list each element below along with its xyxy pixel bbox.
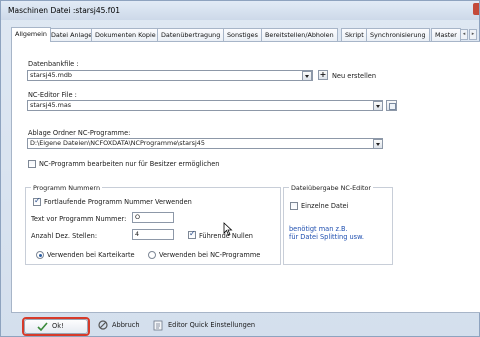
- tab-dokumenten-kopie[interactable]: Dokumenten Kopie: [91, 28, 160, 42]
- dialog-window: Maschinen Datei :starsj45.f01 Allgemein …: [0, 0, 480, 337]
- program-numbers-title: Programm Nummern: [31, 184, 102, 192]
- tab-synchronisierung[interactable]: Synchronisierung: [366, 28, 430, 42]
- cancel-icon: [98, 320, 108, 330]
- decimals-label: Anzahl Dez. Stellen:: [31, 232, 98, 240]
- tab-skript[interactable]: Skript: [341, 28, 368, 42]
- abort-button[interactable]: Abbruch: [98, 319, 140, 334]
- dialog-footer: Ok! Abbruch Editor Quick Einstellungen: [11, 313, 480, 337]
- tab-scroll-right-icon[interactable]: ▸: [469, 29, 477, 40]
- leading-zero-checkbox[interactable]: [188, 229, 196, 239]
- tab-panel-allgemein: Datenbankfile : starsj45.mdb + Neu erste…: [11, 41, 480, 313]
- nc-folder-select[interactable]: D:\Eigene Dateien\NCFOXDATA\NCProgramme\…: [27, 138, 383, 149]
- new-database-label[interactable]: Neu erstellen: [332, 72, 376, 80]
- nc-folder-label: Ablage Ordner NC-Programme:: [28, 129, 131, 137]
- title-bar[interactable]: Maschinen Datei :starsj45.f01: [1, 1, 479, 20]
- tab-sonstiges[interactable]: Sonstiges: [223, 28, 262, 42]
- abort-button-label: Abbruch: [112, 321, 140, 329]
- tab-scroll-left-icon[interactable]: ◂: [460, 29, 468, 40]
- file-transfer-title: Dateiübergabe NC-Editor: [289, 184, 374, 192]
- ok-button[interactable]: Ok!: [24, 319, 88, 334]
- nc-editor-dropdown-icon[interactable]: [373, 100, 383, 111]
- tab-master[interactable]: Master: [431, 28, 461, 42]
- database-label: Datenbankfile :: [28, 60, 79, 68]
- file-transfer-note-line2: für Datei Splitting usw.: [289, 233, 364, 241]
- tab-datenuebertragung[interactable]: Datenübertragung: [157, 28, 225, 42]
- prefix-input[interactable]: O: [132, 212, 174, 223]
- single-file-label: Einzelne Datei: [301, 202, 349, 210]
- prefix-label: Text vor Programm Nummer:: [31, 215, 127, 223]
- single-file-checkbox[interactable]: [290, 202, 298, 210]
- continuous-number-label: Fortlaufende Programm Nummer Verwenden: [44, 198, 192, 206]
- database-select[interactable]: starsj45.mdb: [27, 70, 313, 81]
- decimals-input[interactable]: 4: [132, 229, 174, 240]
- nc-folder-dropdown-icon[interactable]: [373, 138, 383, 149]
- nc-editor-label: NC-Editor File :: [28, 91, 77, 99]
- new-database-plus-icon[interactable]: +: [318, 70, 328, 80]
- radio-nc-programme[interactable]: [148, 251, 156, 259]
- file-transfer-note-line1: benötigt man z.B.: [289, 225, 348, 233]
- settings-document-icon: [153, 320, 163, 330]
- window-title: Maschinen Datei :starsj45.f01: [8, 6, 120, 15]
- tab-datei-anlage[interactable]: Datei Anlage: [47, 28, 97, 42]
- tab-strip: Allgemein Datei Anlage Dokumenten Kopie …: [11, 27, 480, 42]
- owner-only-label: NC-Programm bearbeiten nur für Besitzer …: [39, 160, 220, 168]
- nc-editor-browse-icon[interactable]: [386, 100, 397, 111]
- radio-karteikarte-label: Verwenden bei Karteikarte: [47, 251, 135, 259]
- tab-bereitstellen-abholen[interactable]: Bereitstellen/Abholen: [261, 28, 338, 42]
- nc-editor-select[interactable]: starsj45.mas: [27, 100, 383, 111]
- ok-button-label: Ok!: [52, 322, 64, 330]
- close-button[interactable]: [473, 3, 479, 15]
- radio-nc-programme-label: Verwenden bei NC-Programme: [159, 251, 261, 259]
- checkmark-icon: [37, 321, 48, 331]
- editor-settings-button[interactable]: Editor Quick Einstellungen: [153, 319, 255, 334]
- tab-allgemein[interactable]: Allgemein: [11, 27, 51, 42]
- editor-settings-label: Editor Quick Einstellungen: [168, 321, 256, 329]
- mouse-cursor-icon: [223, 222, 233, 236]
- owner-only-checkbox[interactable]: [28, 160, 36, 168]
- database-dropdown-icon[interactable]: [302, 70, 312, 81]
- continuous-number-checkbox[interactable]: [33, 196, 41, 206]
- radio-karteikarte[interactable]: [36, 251, 44, 259]
